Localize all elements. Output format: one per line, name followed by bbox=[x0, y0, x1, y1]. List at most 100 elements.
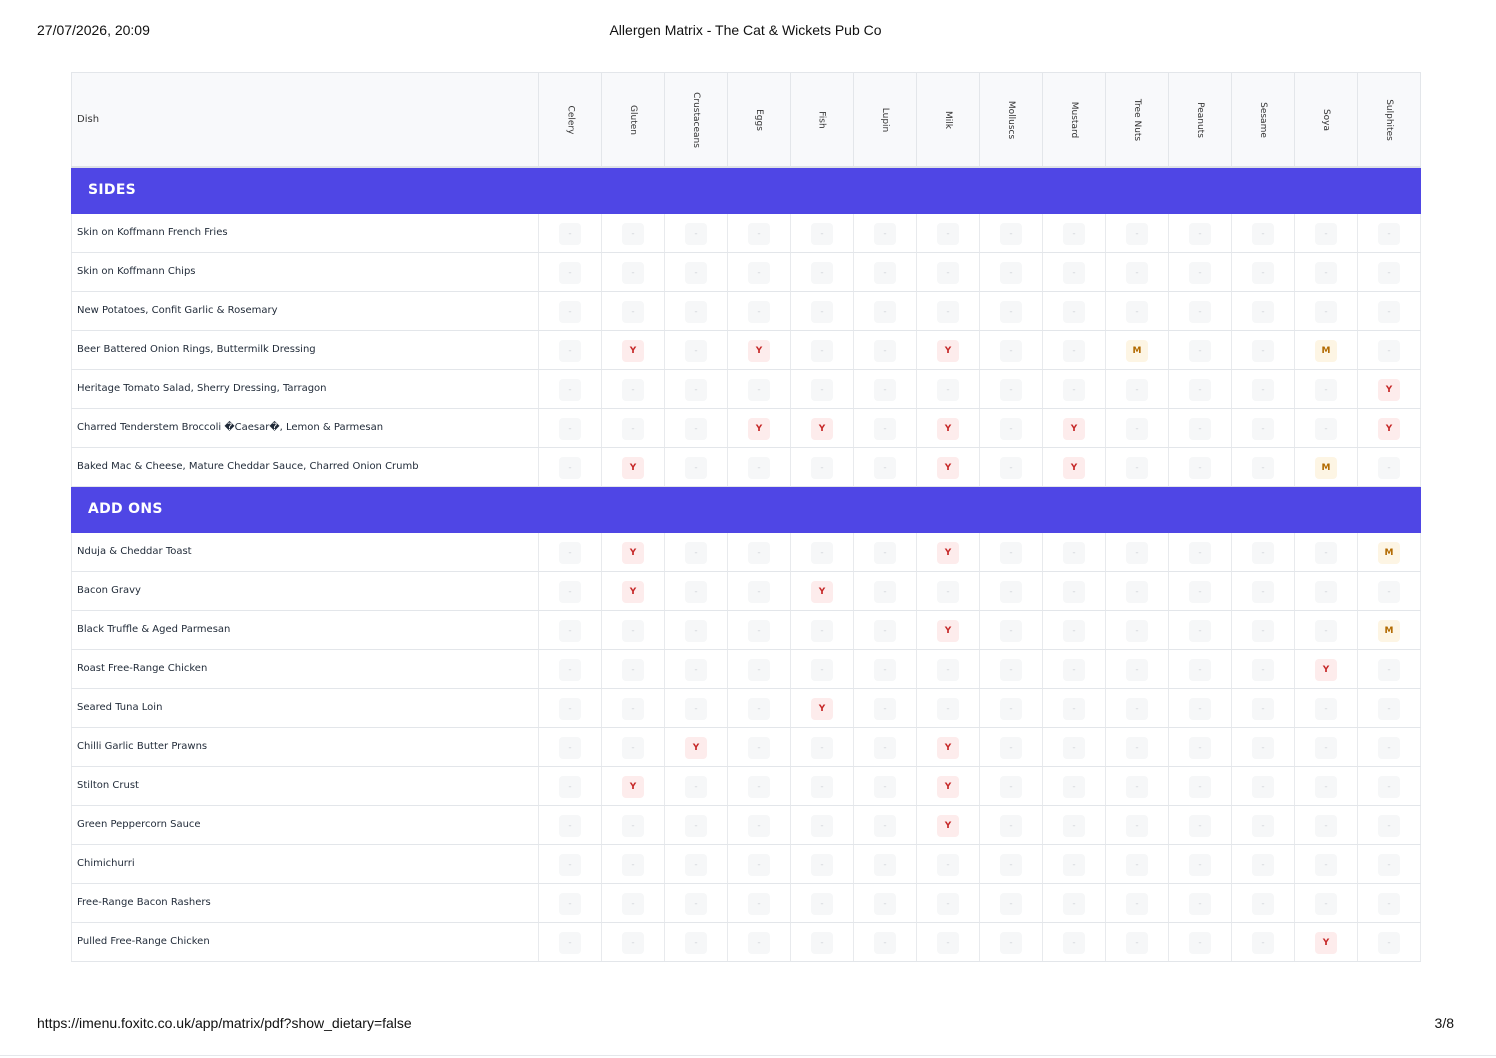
not-present-badge: - bbox=[1189, 658, 1211, 681]
not-present-badge: - bbox=[1252, 853, 1274, 876]
not-present-badge: - bbox=[685, 580, 707, 603]
not-present-badge: - bbox=[811, 775, 833, 798]
allergen-cell: - bbox=[1231, 291, 1295, 331]
not-present-badge: - bbox=[1063, 814, 1085, 837]
not-present-badge: - bbox=[1189, 456, 1211, 479]
not-present-badge: - bbox=[559, 541, 581, 564]
allergen-cell: - bbox=[916, 571, 980, 611]
not-present-badge: - bbox=[874, 814, 896, 837]
allergen-cell: - bbox=[1168, 649, 1232, 689]
allergen-cell: - bbox=[664, 252, 728, 292]
not-present-badge: - bbox=[559, 775, 581, 798]
not-present-badge: - bbox=[874, 378, 896, 401]
not-present-badge: - bbox=[559, 580, 581, 603]
dish-name: Bacon Gravy bbox=[71, 571, 539, 611]
not-present-badge: - bbox=[1126, 736, 1148, 759]
allergen-cell: - bbox=[1168, 447, 1232, 487]
allergen-cell: - bbox=[1168, 766, 1232, 806]
not-present-badge: - bbox=[811, 300, 833, 323]
may-contain-badge: M bbox=[1378, 541, 1400, 564]
not-present-badge: - bbox=[1252, 456, 1274, 479]
not-present-badge: - bbox=[874, 619, 896, 642]
allergen-matrix: Dish Celery Gluten Crustaceans Eggs Fish Lupi… bbox=[71, 72, 1421, 962]
not-present-badge: - bbox=[1252, 339, 1274, 362]
not-present-badge: - bbox=[874, 853, 896, 876]
not-present-badge: - bbox=[1189, 619, 1211, 642]
not-present-badge: - bbox=[685, 378, 707, 401]
allergen-cell: - bbox=[853, 727, 917, 767]
page-url: https://imenu.foxitc.co.uk/app/matrix/pd… bbox=[37, 1015, 412, 1031]
allergen-cell: - bbox=[1105, 291, 1169, 331]
not-present-badge: - bbox=[1000, 378, 1022, 401]
allergen-cell: - bbox=[1357, 727, 1421, 767]
not-present-badge: - bbox=[874, 892, 896, 915]
table-row: Skin on Koffmann French Fries - - - - - - - - - - -… bbox=[71, 213, 1421, 253]
not-present-badge: - bbox=[685, 892, 707, 915]
allergen-cell: - bbox=[664, 922, 728, 962]
not-present-badge: - bbox=[1252, 697, 1274, 720]
allergen-cell: - bbox=[853, 532, 917, 572]
not-present-badge: - bbox=[1252, 892, 1274, 915]
allergen-cell: Y bbox=[1294, 922, 1358, 962]
allergen-cell: - bbox=[979, 727, 1043, 767]
allergen-table: Dish Celery Gluten Crustaceans Eggs Fish Lupi… bbox=[71, 72, 1421, 962]
allergen-label: Lupin bbox=[879, 107, 890, 132]
not-present-badge: - bbox=[1378, 736, 1400, 759]
not-present-badge: - bbox=[937, 931, 959, 954]
not-present-badge: - bbox=[1126, 853, 1148, 876]
not-present-badge: - bbox=[559, 339, 581, 362]
not-present-badge: - bbox=[748, 261, 770, 284]
not-present-badge: - bbox=[1252, 619, 1274, 642]
contains-badge: Y bbox=[622, 456, 644, 479]
table-row: Stilton Crust - Y - - - - Y - - - - - - - bbox=[71, 766, 1421, 806]
not-present-badge: - bbox=[1126, 931, 1148, 954]
allergen-cell: - bbox=[727, 649, 791, 689]
allergen-cell: - bbox=[1357, 844, 1421, 884]
may-contain-badge: M bbox=[1126, 339, 1148, 362]
table-row: New Potatoes, Confit Garlic & Rosemary - -… bbox=[71, 291, 1421, 331]
not-present-badge: - bbox=[1252, 222, 1274, 245]
allergen-cell: - bbox=[1042, 330, 1106, 370]
not-present-badge: - bbox=[937, 580, 959, 603]
allergen-cell: - bbox=[1231, 883, 1295, 923]
allergen-cell: - bbox=[790, 727, 854, 767]
allergen-label: Gluten bbox=[627, 104, 638, 135]
contains-badge: Y bbox=[685, 736, 707, 759]
allergen-cell: - bbox=[1168, 844, 1232, 884]
allergen-cell: Y bbox=[916, 408, 980, 448]
not-present-badge: - bbox=[1000, 541, 1022, 564]
not-present-badge: - bbox=[1126, 456, 1148, 479]
not-present-badge: - bbox=[1063, 775, 1085, 798]
allergen-cell: - bbox=[853, 252, 917, 292]
not-present-badge: - bbox=[1378, 853, 1400, 876]
print-header: 27/07/2026, 20:09 Allergen Matrix - The … bbox=[37, 22, 1454, 42]
not-present-badge: - bbox=[1378, 456, 1400, 479]
not-present-badge: - bbox=[874, 222, 896, 245]
allergen-cell: - bbox=[664, 408, 728, 448]
allergen-cell: - bbox=[727, 571, 791, 611]
allergen-cell: M bbox=[1105, 330, 1169, 370]
allergen-cell: - bbox=[727, 805, 791, 845]
not-present-badge: - bbox=[1126, 261, 1148, 284]
not-present-badge: - bbox=[1189, 814, 1211, 837]
allergen-cell: - bbox=[664, 805, 728, 845]
not-present-badge: - bbox=[1378, 814, 1400, 837]
allergen-column-header: Fish bbox=[790, 72, 854, 168]
not-present-badge: - bbox=[1315, 222, 1337, 245]
allergen-cell: - bbox=[1168, 369, 1232, 409]
not-present-badge: - bbox=[1063, 222, 1085, 245]
allergen-cell: - bbox=[1042, 252, 1106, 292]
allergen-cell: Y bbox=[601, 532, 665, 572]
allergen-column-header: Celery bbox=[538, 72, 602, 168]
allergen-cell: - bbox=[1231, 330, 1295, 370]
allergen-cell: - bbox=[1357, 649, 1421, 689]
table-header-row: Dish Celery Gluten Crustaceans Eggs Fish Lupi… bbox=[71, 72, 1421, 168]
not-present-badge: - bbox=[1126, 892, 1148, 915]
allergen-cell: - bbox=[1105, 447, 1169, 487]
allergen-cell: - bbox=[727, 213, 791, 253]
contains-badge: Y bbox=[1315, 931, 1337, 954]
allergen-column-header: Molluscs bbox=[979, 72, 1043, 168]
allergen-cell: - bbox=[1105, 213, 1169, 253]
allergen-cell: - bbox=[790, 252, 854, 292]
not-present-badge: - bbox=[1063, 892, 1085, 915]
